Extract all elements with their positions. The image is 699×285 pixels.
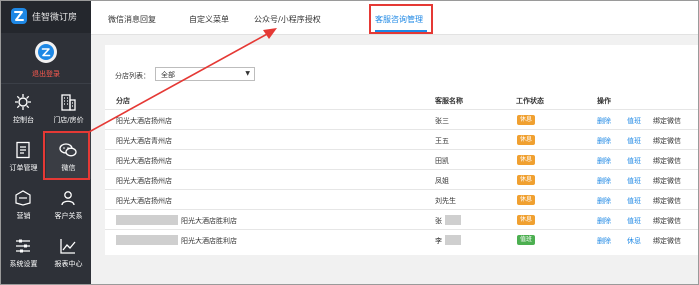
annotation-arrow: [88, 28, 277, 133]
app-window: 佳智微订房 退出登录 控制台 门店/房价 订单管理 微信 营销 客户关系 系统设…: [0, 0, 699, 285]
